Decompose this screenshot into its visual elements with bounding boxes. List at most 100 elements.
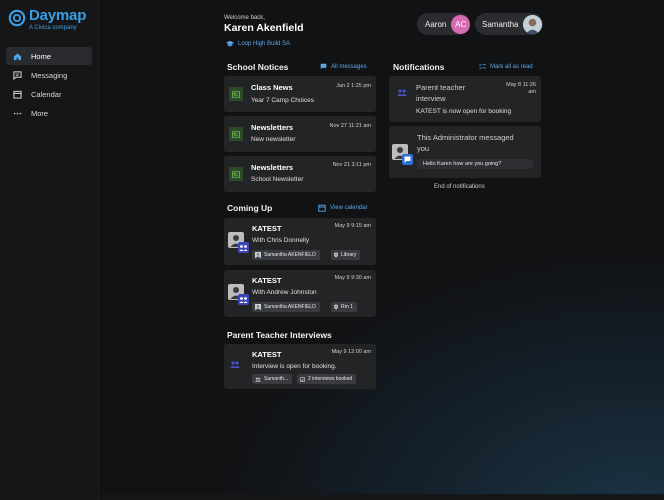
calendar-check-icon: [300, 376, 305, 382]
notice-date: Jan 2 1:25 pm: [336, 83, 371, 89]
interview-subtitle: Interview is open for booking.: [252, 363, 337, 370]
avatar: AC: [451, 14, 470, 34]
notification-card[interactable]: Parent teacher interview KATEST is now o…: [389, 76, 541, 122]
school-notices-heading: School Notices: [227, 62, 289, 72]
calendar-icon: [12, 89, 22, 99]
welcome-text: Welcome back,: [224, 15, 265, 21]
avatar: [523, 14, 543, 34]
sidebar-item-label: Home: [31, 51, 52, 61]
sidebar-item-more[interactable]: More: [6, 104, 92, 122]
student-name: Samantha AKENFIELD: [264, 304, 316, 310]
user-name: Karen Akenfield: [224, 22, 304, 34]
daymap-logo[interactable]: Daymap A Civica company: [8, 8, 86, 32]
notification-date: May 8 11:26 am: [506, 82, 536, 96]
event-card[interactable]: KATEST With Chris Donnelly May 9 9:15 am…: [224, 218, 376, 265]
notification-title-line: Parent teacher: [416, 83, 466, 92]
event-card[interactable]: KATEST With Andrew Johnston May 9 9:30 a…: [224, 270, 376, 317]
event-subtitle: With Chris Donnelly: [252, 237, 310, 244]
main-content: Welcome back, Karen Akenfield Loop High …: [99, 0, 664, 500]
sidebar-item-home[interactable]: Home: [6, 47, 92, 65]
mark-all-read-link[interactable]: Mark all as read: [479, 63, 533, 70]
student-avatar-icon: [255, 304, 261, 310]
notification-date-line: May 8 11:26: [506, 82, 536, 88]
notifications-heading: Notifications: [393, 62, 445, 72]
more-icon: [12, 108, 22, 118]
sidebar-item-label: Calendar: [31, 89, 62, 99]
event-title: KATEST: [252, 276, 282, 285]
student-name: Samantha AKENFIELD: [264, 252, 316, 258]
notice-date: Nov 27 11:21 am: [329, 123, 371, 129]
event-title: KATEST: [252, 224, 282, 233]
daymap-logo-icon: [8, 9, 26, 27]
group-icon: [230, 361, 240, 368]
sidebar-item-messaging[interactable]: Messaging: [6, 66, 92, 84]
notice-card[interactable]: Class News Year 7 Camp Choices Jan 2 1:2…: [224, 76, 376, 112]
mark-all-read-label: Mark all as read: [490, 63, 533, 70]
sidebar-item-calendar[interactable]: Calendar: [6, 85, 92, 103]
notice-card[interactable]: Newsletters New newsletter Nov 27 11:21 …: [224, 116, 376, 152]
notification-subtitle: KATEST is now open for booking: [416, 108, 512, 115]
notification-card[interactable]: This Administrator messaged you Hello Ka…: [389, 126, 541, 178]
newspaper-icon: [229, 127, 243, 141]
user-switch-samantha[interactable]: Samantha: [475, 13, 543, 35]
notice-card[interactable]: Newsletters School Newsletter Nov 21 3:1…: [224, 156, 376, 192]
sidebar-item-label: More: [31, 108, 49, 118]
user-switch-aaron[interactable]: Aaron AC: [417, 13, 470, 35]
location-icon: [334, 304, 338, 310]
group-icon: [397, 89, 407, 96]
event-date: May 9 9:15 am: [334, 223, 371, 229]
booked-chip: 2 interviews booked: [297, 374, 357, 384]
student-name: Samanth...: [264, 376, 289, 382]
student-avatar-icon: [255, 252, 261, 258]
notice-subtitle: New newsletter: [251, 136, 296, 143]
interviews-heading: Parent Teacher Interviews: [227, 330, 332, 340]
checklist-icon: [479, 63, 486, 70]
horizontal-scrollbar[interactable]: [99, 494, 664, 500]
interview-card[interactable]: KATEST Interview is open for booking. Ma…: [224, 344, 376, 389]
user-pill-name: Samantha: [482, 19, 519, 29]
school-name: Loop High Build SA: [238, 40, 291, 47]
view-calendar-label: View calendar: [330, 205, 368, 211]
teacher-icon: [228, 232, 249, 253]
notice-subtitle: Year 7 Camp Choices: [251, 97, 314, 104]
notice-subtitle: School Newsletter: [251, 176, 304, 183]
end-of-notifications: End of notifications: [434, 184, 485, 190]
teacher-icon: [228, 284, 249, 305]
location-name: Rm 1: [341, 304, 353, 310]
student-chip: Samanth...: [252, 374, 293, 384]
sidebar: Daymap A Civica company Home Messaging C…: [0, 0, 99, 500]
student-chip: Samantha AKENFIELD: [252, 302, 320, 312]
brand-tagline: A Civica company: [29, 25, 77, 31]
view-calendar-link[interactable]: View calendar: [318, 204, 368, 212]
administrator-icon: [392, 144, 413, 165]
notification-title-line: you: [417, 144, 430, 153]
notification-date-line: am: [528, 89, 536, 95]
group-icon: [255, 377, 261, 382]
newspaper-icon: [229, 167, 243, 181]
notification-title-line: This Administrator messaged: [417, 133, 514, 142]
location-icon: [334, 252, 338, 258]
newspaper-icon: [229, 87, 243, 101]
event-subtitle: With Andrew Johnston: [252, 289, 317, 296]
message-icon: [320, 63, 327, 70]
location-name: Library: [341, 252, 357, 258]
booked-count: 2 interviews booked: [308, 376, 353, 382]
sidebar-nav: Home Messaging Calendar More: [6, 47, 92, 123]
calendar-icon: [318, 204, 326, 212]
message-icon: [12, 70, 22, 80]
notice-date: Nov 21 3:11 pm: [332, 162, 371, 168]
coming-up-heading: Coming Up: [227, 203, 273, 213]
notice-title: Class News: [251, 83, 293, 92]
interview-date: May 9 12:00 am: [331, 349, 371, 355]
notification-title: This Administrator messaged you: [417, 132, 514, 154]
user-pill-name: Aaron: [425, 19, 447, 29]
student-chip: Samantha AKENFIELD: [252, 250, 320, 260]
home-icon: [12, 51, 22, 61]
notice-title: Newsletters: [251, 123, 294, 132]
notification-title-line: interview: [416, 94, 446, 103]
school-icon: [226, 40, 234, 47]
school-link[interactable]: Loop High Build SA: [226, 40, 290, 47]
interview-title: KATEST: [252, 350, 282, 359]
all-messages-label: All messages: [331, 63, 367, 70]
all-messages-link[interactable]: All messages: [320, 63, 367, 70]
